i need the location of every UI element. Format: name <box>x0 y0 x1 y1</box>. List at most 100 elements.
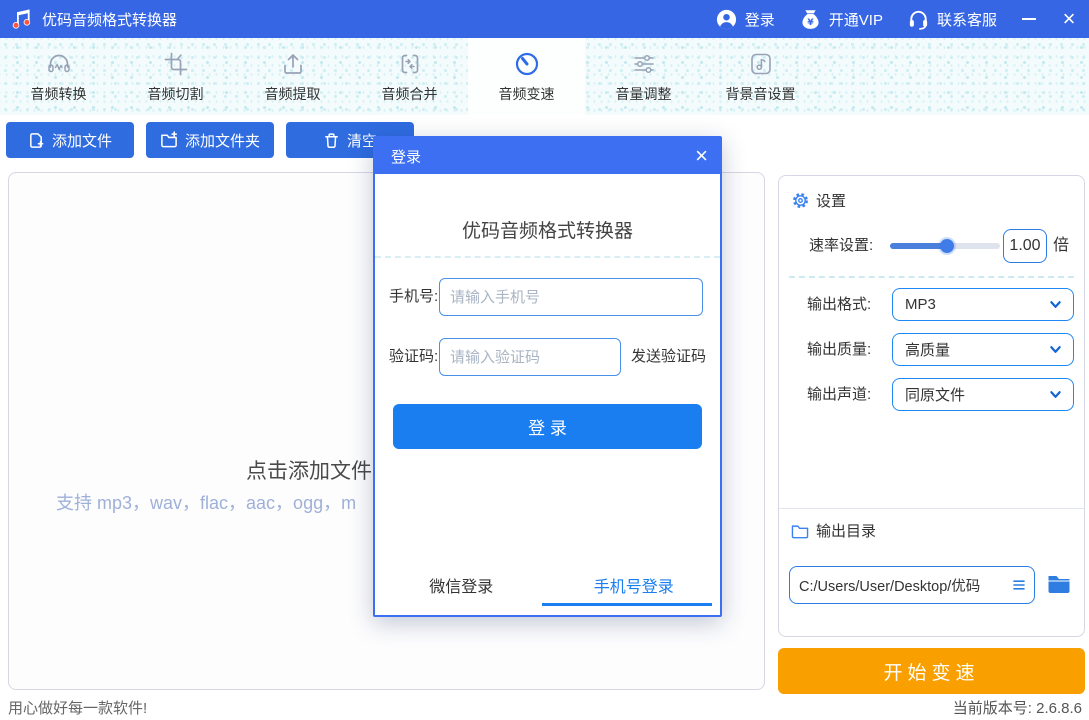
tab-phone-login[interactable]: 手机号登录 <box>548 575 721 601</box>
folder-plus-icon <box>160 131 178 149</box>
phone-label: 手机号: <box>389 278 438 316</box>
dashed-divider <box>789 276 1074 278</box>
tab-wechat-login[interactable]: 微信登录 <box>375 575 548 601</box>
contact-support-button[interactable]: 联系客服 <box>895 0 1009 38</box>
headphones-icon <box>45 50 73 78</box>
settings-header: 设置 <box>792 190 846 211</box>
tab-audio-extract[interactable]: 音频提取 <box>234 38 351 115</box>
output-format-value: MP3 <box>905 296 1048 313</box>
svg-text:¥: ¥ <box>807 17 814 27</box>
tab-label: 音频切割 <box>148 84 204 104</box>
output-format-row: 输出格式: MP3 <box>779 288 1084 321</box>
contact-support-label: 联系客服 <box>937 9 997 30</box>
chevron-down-icon <box>1048 342 1063 357</box>
modal-app-title: 优码音频格式转换器 <box>375 216 720 243</box>
rate-value-input[interactable]: 1.00 <box>1003 229 1047 263</box>
code-label: 验证码: <box>389 338 438 376</box>
merge-icon <box>396 50 424 78</box>
output-quality-label: 输出质量: <box>807 333 871 366</box>
tab-label: 音频变速 <box>499 84 555 104</box>
music-note-square-icon <box>747 50 775 78</box>
send-code-button[interactable]: 发送验证码 <box>631 338 706 376</box>
open-vip-label: 开通VIP <box>829 9 883 30</box>
app-title: 优码音频格式转换器 <box>42 9 177 30</box>
toolbar: 音频转换 音频切割 音频提取 音频合并 <box>0 38 1089 115</box>
action-buttons-row: 添加文件 添加文件夹 清空 <box>6 122 414 158</box>
file-plus-icon <box>28 132 45 149</box>
modal-close-icon[interactable]: × <box>695 145 708 167</box>
folder-filled-icon <box>1047 573 1071 594</box>
browse-folder-button[interactable] <box>1045 572 1073 598</box>
section-divider <box>779 508 1084 509</box>
settings-panel: 设置 速率设置: 1.00 倍 输出格式: MP3 输出质量: 高质量 <box>778 175 1085 637</box>
login-tabs: 微信登录 手机号登录 <box>375 575 720 601</box>
minimize-icon <box>1022 18 1036 20</box>
login-titlebar-button[interactable]: 登录 <box>703 0 787 38</box>
phone-input[interactable] <box>439 278 703 316</box>
folder-outline-icon <box>791 523 809 539</box>
code-input[interactable] <box>439 338 621 376</box>
upload-icon <box>279 50 307 78</box>
tab-label: 音频提取 <box>265 84 321 104</box>
rate-slider[interactable] <box>890 243 1000 249</box>
app-window: 优码音频格式转换器 登录 ¥ 开通VIP <box>0 0 1089 720</box>
tab-background-sound[interactable]: 背景音设置 <box>702 38 819 115</box>
login-modal: 登录 × 优码音频格式转换器 手机号: 验证码: 发送验证码 登 录 微信登录 … <box>373 136 722 617</box>
app-logo-music-notes-icon <box>10 7 34 31</box>
login-titlebar-label: 登录 <box>745 9 775 30</box>
settings-title: 设置 <box>816 190 846 211</box>
close-window-button[interactable]: × <box>1049 0 1089 38</box>
tab-audio-speed[interactable]: 音频变速 <box>468 38 585 115</box>
output-quality-select[interactable]: 高质量 <box>892 333 1074 366</box>
trash-icon <box>323 132 340 149</box>
output-channel-label: 输出声道: <box>807 378 871 411</box>
status-slogan: 用心做好每一款软件! <box>8 697 147 718</box>
output-path-input[interactable]: C:/Users/User/Desktop/优码 <box>789 566 1035 604</box>
crop-icon <box>162 50 190 78</box>
tab-label: 背景音设置 <box>726 84 796 104</box>
rate-slider-fill <box>890 243 947 249</box>
login-modal-title: 登录 <box>391 146 421 167</box>
menu-icon[interactable] <box>1012 578 1026 592</box>
version-label: 当前版本号: 2.6.8.6 <box>953 697 1082 718</box>
gear-icon <box>792 192 809 209</box>
add-file-button[interactable]: 添加文件 <box>6 122 134 158</box>
output-quality-row: 输出质量: 高质量 <box>779 333 1084 366</box>
output-quality-value: 高质量 <box>905 339 1048 360</box>
tab-audio-cut[interactable]: 音频切割 <box>117 38 234 115</box>
modal-dashed-divider <box>375 256 720 258</box>
headset-icon <box>907 8 930 31</box>
drop-zone-hint: 点击添加文件 <box>246 455 372 485</box>
open-vip-button[interactable]: ¥ 开通VIP <box>787 0 895 38</box>
tab-label: 音频合并 <box>382 84 438 104</box>
tab-audio-merge[interactable]: 音频合并 <box>351 38 468 115</box>
output-channel-select[interactable]: 同原文件 <box>892 378 1074 411</box>
rate-unit-label: 倍 <box>1053 228 1069 264</box>
minimize-button[interactable] <box>1009 0 1049 38</box>
phone-row: 手机号: <box>375 278 720 316</box>
login-modal-header: 登录 × <box>375 138 720 174</box>
start-speed-change-button[interactable]: 开始变速 <box>778 648 1085 694</box>
tab-volume-adjust[interactable]: 音量调整 <box>585 38 702 115</box>
login-submit-button[interactable]: 登 录 <box>393 404 702 449</box>
tab-audio-convert[interactable]: 音频转换 <box>0 38 117 115</box>
sliders-icon <box>630 50 658 78</box>
output-format-select[interactable]: MP3 <box>892 288 1074 321</box>
supported-formats-hint: 支持 mp3，wav，flac，aac，ogg，m <box>56 489 356 515</box>
titlebar: 优码音频格式转换器 登录 ¥ 开通VIP <box>0 0 1089 38</box>
tab-label: 音量调整 <box>616 84 672 104</box>
code-row: 验证码: 发送验证码 <box>375 338 720 376</box>
output-dir-header: 输出目录 <box>791 520 876 541</box>
chevron-down-icon <box>1048 297 1063 312</box>
user-circle-icon <box>715 8 738 31</box>
tab-label: 音频转换 <box>31 84 87 104</box>
add-folder-label: 添加文件夹 <box>185 130 260 151</box>
output-path-value: C:/Users/User/Desktop/优码 <box>799 575 1010 596</box>
output-dir-label: 输出目录 <box>816 520 876 541</box>
rate-slider-thumb[interactable] <box>940 239 954 253</box>
active-tab-underline <box>542 603 712 606</box>
money-bag-icon: ¥ <box>799 8 822 31</box>
add-folder-button[interactable]: 添加文件夹 <box>146 122 274 158</box>
output-channel-row: 输出声道: 同原文件 <box>779 378 1084 411</box>
output-channel-value: 同原文件 <box>905 384 1048 405</box>
